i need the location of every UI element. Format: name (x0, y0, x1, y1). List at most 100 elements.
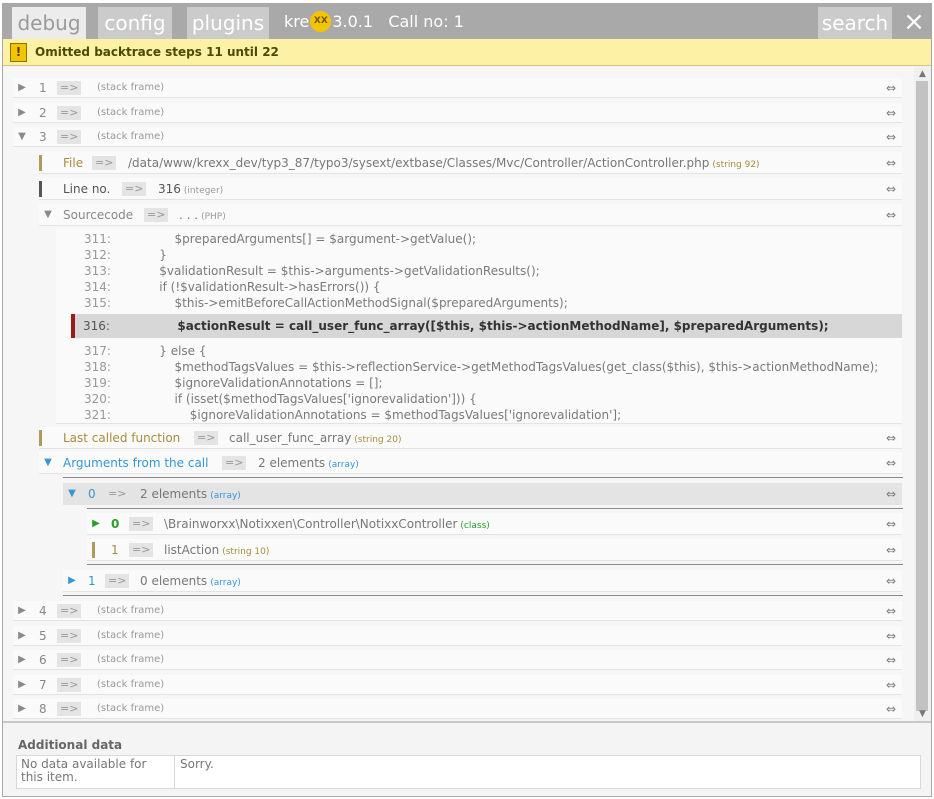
function-type: (string 20) (354, 435, 402, 445)
argument-key: 1 (88, 574, 96, 588)
copy-icon[interactable]: ⇔ (886, 652, 896, 668)
expand-icon[interactable]: ▶ (67, 575, 77, 587)
last-called-value: call_user_func_array (string 20) (229, 430, 401, 448)
type-indicator (39, 155, 42, 171)
copy-icon[interactable]: ⇔ (886, 542, 896, 558)
argument-type: (array) (210, 578, 241, 588)
tab-config[interactable]: config (98, 7, 172, 39)
source-line: 317: } else { (84, 344, 207, 358)
call-number: Call no: 1 (388, 12, 464, 31)
expand-icon[interactable]: ▶ (91, 518, 101, 530)
copy-icon[interactable]: ⇔ (886, 516, 896, 532)
search-button[interactable]: search (818, 7, 892, 39)
source-line: 315: $this->emitBeforeCallActionMethodSi… (84, 296, 568, 310)
type-indicator (39, 181, 42, 197)
stack-frame-4[interactable]: ▶ 4 => (stack frame) ⇔ (13, 601, 902, 621)
scroll-up-icon[interactable]: ▲ (914, 68, 931, 80)
collapse-icon[interactable]: ▼ (43, 457, 53, 469)
stack-frame-5[interactable]: ▶ 5 => (stack frame) ⇔ (13, 626, 902, 646)
close-icon[interactable]: × (900, 8, 928, 36)
arrow-label: => (57, 702, 82, 716)
version-label: 3.0.1 (332, 12, 374, 31)
expand-icon[interactable]: ▶ (17, 605, 27, 617)
tab-plugins[interactable]: plugins (187, 7, 269, 39)
copy-icon[interactable]: ⇔ (886, 603, 896, 619)
item-key: 1 (111, 543, 119, 557)
expand-icon[interactable]: ▶ (17, 654, 27, 666)
brand-name: kre (284, 12, 310, 31)
stack-frame-2[interactable]: ▶ 2 => (stack frame) ⇔ (13, 103, 902, 123)
copy-icon[interactable]: ⇔ (886, 207, 896, 223)
argument-1-row[interactable]: ▶ 1 => 0 elements (array) ⇔ (63, 570, 902, 592)
tab-debug[interactable]: debug (12, 7, 86, 39)
copy-icon[interactable]: ⇔ (886, 677, 896, 693)
vertical-scrollbar[interactable]: ▲ ▼ (914, 67, 931, 721)
warning-icon: ! (10, 43, 27, 62)
arrow-label: => (57, 678, 82, 692)
copy-icon[interactable]: ⇔ (886, 129, 896, 145)
copy-icon[interactable]: ⇔ (886, 628, 896, 644)
highlighted-source-line: 316: $actionResult = call_user_func_arra… (71, 314, 902, 338)
function-name: call_user_func_array (229, 431, 352, 445)
copy-icon[interactable]: ⇔ (886, 455, 896, 471)
brand-info: kre XX 3.0.1 Call no: 1 (284, 11, 464, 33)
sourcecode-row[interactable]: ▼ Sourcecode => . . . (PHP) ⇔ (39, 204, 902, 226)
arguments-type: (array) (328, 460, 359, 470)
nest-separator (87, 564, 903, 565)
backtrace-list: ▶ 1 => (stack frame) ⇔ ▶ 2 => (stack fra… (3, 67, 931, 721)
collapse-icon[interactable]: ▼ (67, 488, 77, 500)
stack-frame-8[interactable]: ▶ 8 => (stack frame) ⇔ (13, 699, 902, 719)
copy-icon[interactable]: ⇔ (886, 701, 896, 717)
frame-key: 1 (39, 81, 47, 95)
arrow-label: => (144, 208, 169, 222)
message-bar: ! Omitted backtrace steps 11 until 22 (3, 39, 931, 66)
source-line: 319: $ignoreValidationAnnotations = []; (84, 376, 383, 390)
file-row[interactable]: File => /data/www/krexx_dev/typ3_87/typo… (39, 152, 902, 174)
nest-separator (87, 508, 903, 509)
line-no-row[interactable]: Line no. => 316 (integer) ⇔ (39, 178, 902, 200)
type-indicator (39, 430, 42, 446)
arrow-label: => (57, 629, 82, 643)
expand-icon[interactable]: ▶ (17, 82, 27, 94)
stack-frame-3[interactable]: ▼ 3 => (stack frame) ⇔ (13, 127, 902, 147)
copy-icon[interactable]: ⇔ (886, 486, 896, 502)
collapse-icon[interactable]: ▼ (17, 131, 27, 143)
copy-icon[interactable]: ⇔ (886, 105, 896, 121)
source-line: 311: $preparedArguments[] = $argument->g… (84, 232, 477, 246)
copy-icon[interactable]: ⇔ (886, 573, 896, 589)
scrollbar-thumb[interactable] (916, 81, 928, 711)
stack-frame-7[interactable]: ▶ 7 => (stack frame) ⇔ (13, 675, 902, 695)
class-item-row[interactable]: ▶ 0 => \Brainworxx\Notixxen\Controller\N… (87, 513, 902, 535)
stack-frame-6[interactable]: ▶ 6 => (stack frame) ⇔ (13, 650, 902, 670)
frame-key: 6 (39, 653, 47, 667)
expand-icon[interactable]: ▶ (17, 630, 27, 642)
copy-icon[interactable]: ⇔ (886, 181, 896, 197)
element-count: 0 elements (140, 574, 208, 588)
argument-key: 0 (88, 487, 96, 501)
last-called-function-row[interactable]: Last called function => call_user_func_a… (39, 427, 902, 449)
file-type: (string 92) (712, 160, 760, 170)
string-value: listAction (164, 543, 220, 557)
source-line: 313: $validationResult = $this->argument… (84, 264, 540, 278)
additional-data-title: Additional data (18, 738, 123, 752)
collapse-icon[interactable]: ▼ (43, 209, 53, 221)
expand-icon[interactable]: ▶ (17, 703, 27, 715)
string-item-row[interactable]: 1 => listAction (string 10) ⇔ (87, 539, 902, 561)
copy-icon[interactable]: ⇔ (886, 155, 896, 171)
frame-note: (stack frame) (97, 630, 165, 641)
code: $actionResult = call_user_func_array([$t… (144, 319, 829, 333)
argument-0-row[interactable]: ▼ 0 => 2 elements (array) ⇔ (63, 483, 902, 505)
krexx-debug-window: debug config plugins kre XX 3.0.1 Call no:… (2, 3, 932, 797)
expand-icon[interactable]: ▶ (17, 107, 27, 119)
copy-icon[interactable]: ⇔ (886, 430, 896, 446)
frame-key: 4 (39, 604, 47, 618)
scroll-down-icon[interactable]: ▼ (914, 708, 931, 720)
line-number: 316 (158, 182, 181, 196)
nest-separator (63, 477, 903, 478)
expand-icon[interactable]: ▶ (17, 679, 27, 691)
copy-icon[interactable]: ⇔ (886, 80, 896, 96)
stack-frame-1[interactable]: ▶ 1 => (stack frame) ⇔ (13, 78, 902, 98)
additional-data-value: Sorry. (180, 757, 214, 771)
frame-key: 8 (39, 702, 47, 716)
arguments-row[interactable]: ▼ Arguments from the call => 2 elements(… (39, 452, 902, 474)
